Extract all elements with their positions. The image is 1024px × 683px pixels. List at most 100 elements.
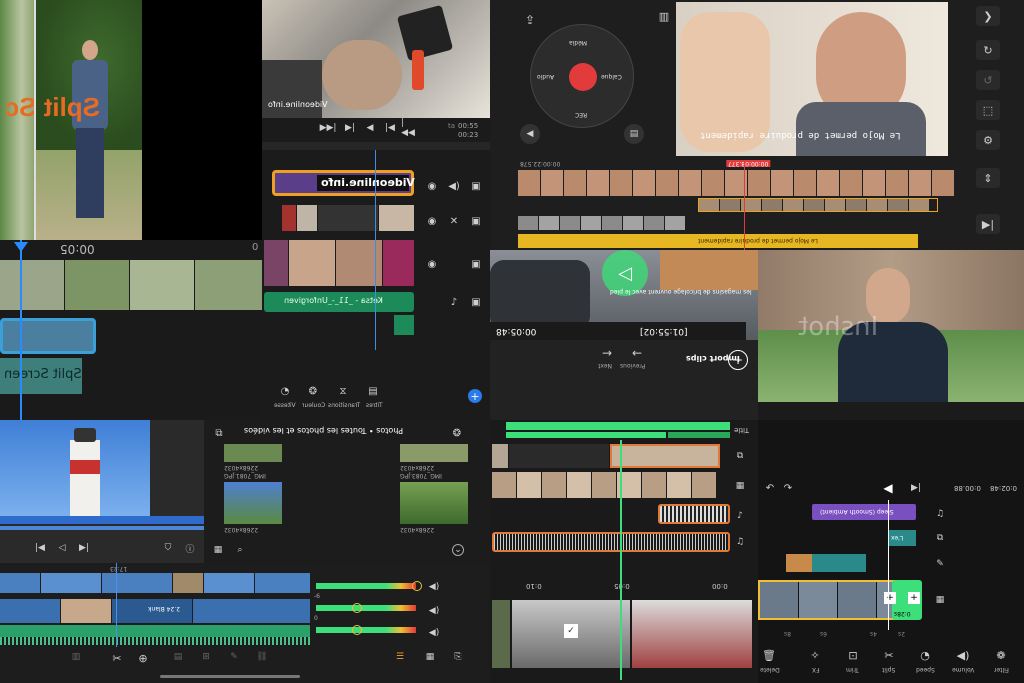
filter-icon[interactable]: ❁	[994, 648, 1008, 662]
thumb-4[interactable]	[400, 482, 468, 524]
skip-forward-icon[interactable]: ▶|	[78, 542, 90, 554]
top-video-strip[interactable]	[0, 573, 310, 593]
audio-waveform[interactable]	[0, 637, 310, 645]
play-icon[interactable]: ◁	[56, 542, 68, 554]
video-track-icon[interactable]: ▦	[934, 594, 946, 606]
step-forward-icon[interactable]: ▶|	[344, 122, 356, 134]
thumb-2[interactable]	[400, 444, 468, 462]
playhead[interactable]	[375, 150, 376, 350]
add-small-icon[interactable]: +	[908, 592, 920, 604]
text-track-icon[interactable]: ⧉	[934, 532, 946, 544]
broll-filmstrip[interactable]	[698, 198, 938, 212]
redo-icon[interactable]: ↷	[782, 482, 794, 494]
clip-strip-1[interactable]	[492, 444, 730, 468]
mute-icon[interactable]: ✕	[448, 215, 460, 227]
green-audio-track[interactable]	[0, 625, 310, 637]
playhead-blue[interactable]	[20, 240, 22, 420]
broll-strip[interactable]	[282, 205, 414, 231]
title-clip[interactable]: Videonline.info	[272, 170, 415, 196]
chevron-right-icon[interactable]: ❯	[976, 6, 1000, 26]
playhead-green[interactable]	[620, 440, 622, 680]
speed-icon[interactable]: ◔	[918, 648, 932, 662]
shield-icon[interactable]: ⛉	[162, 542, 174, 554]
back-play-icon[interactable]: ◀	[520, 124, 540, 144]
info-icon[interactable]: ⓘ	[184, 542, 196, 555]
tool-color-icon[interactable]: ❂	[306, 384, 320, 398]
playhead-handle[interactable]	[14, 242, 28, 252]
redo-icon[interactable]: ↻	[976, 40, 1000, 60]
blue-track[interactable]	[0, 516, 204, 524]
fit-icon[interactable]: ⬚	[976, 100, 1000, 120]
add-circle-icon[interactable]: ⊕	[136, 651, 150, 665]
title-track-icon[interactable]: ⧉	[734, 450, 746, 462]
eye-icon[interactable]: ◉	[426, 180, 438, 192]
export-icon[interactable]: ⎘	[452, 651, 464, 663]
media-thumb-3[interactable]	[632, 600, 752, 668]
tool-transition-icon[interactable]: ⧖	[336, 384, 350, 398]
skip-back-icon[interactable]: |◀	[34, 542, 46, 554]
speaker-icon[interactable]: ◀)	[448, 180, 460, 192]
scissors-icon[interactable]: ✂	[110, 651, 124, 665]
undo-icon[interactable]: ↶	[764, 482, 776, 494]
eye-icon[interactable]: ◉	[426, 258, 438, 270]
title-track-3[interactable]	[668, 432, 730, 438]
blue-track-2[interactable]	[0, 526, 204, 530]
lock-icon[interactable]: ▣	[470, 296, 482, 308]
title-track-2[interactable]	[506, 432, 666, 438]
title-track-1[interactable]	[506, 422, 730, 430]
step-back-icon[interactable]: |◀	[384, 122, 396, 134]
trim-icon[interactable]: ⊡	[846, 648, 860, 662]
music-clip[interactable]: Sleep (Smooth Ambient)	[812, 504, 916, 520]
list-icon[interactable]: ☰	[394, 651, 406, 663]
add-clip-icon[interactable]: +	[728, 350, 748, 370]
split-icon[interactable]: ✂	[882, 648, 896, 662]
mic-icon[interactable]: ♪	[448, 296, 460, 308]
playhead-white[interactable]	[888, 500, 889, 630]
knob-icon[interactable]	[352, 625, 362, 635]
gallery-icon[interactable]: ▦	[212, 544, 224, 556]
playhead-red[interactable]	[744, 160, 745, 250]
share-icon[interactable]: ⇪	[520, 10, 540, 30]
aperture-icon[interactable]: ❂	[450, 426, 464, 440]
skip-icon[interactable]: ▶|	[976, 214, 1000, 234]
gear-icon[interactable]: ⚙	[976, 130, 1000, 150]
camera-icon[interactable]: ⧉	[212, 426, 226, 440]
sticker-clip-2[interactable]	[812, 554, 866, 572]
play-icon[interactable]: ◀	[364, 122, 376, 134]
tool-title-icon[interactable]: ▤	[366, 384, 380, 398]
sticker-clip[interactable]	[786, 554, 812, 572]
video-clip-strip[interactable]	[0, 260, 262, 310]
play-icon[interactable]: ◀	[880, 480, 896, 496]
lock-icon[interactable]: ▣	[470, 258, 482, 270]
thumb-1[interactable]	[224, 444, 282, 462]
interview-strip[interactable]	[264, 240, 414, 286]
thumb-3[interactable]	[224, 482, 282, 524]
music-track-icon[interactable]: ♫	[734, 536, 746, 548]
add-small-icon[interactable]: +	[884, 592, 896, 604]
media-thumb-1[interactable]	[492, 600, 510, 668]
selected-clip[interactable]	[0, 318, 96, 354]
arrow-left-icon[interactable]: ←	[630, 346, 644, 360]
interview-filmstrip[interactable]	[518, 170, 968, 196]
mixer-icon[interactable]: ▦	[424, 651, 436, 663]
eye-icon[interactable]: ◉	[426, 215, 438, 227]
skip-icon[interactable]: ▶|	[910, 482, 922, 494]
third-filmstrip[interactable]	[518, 216, 704, 230]
arrow-right-icon[interactable]: →	[600, 346, 614, 360]
audio-clip[interactable]: Ketsa - _11_-_Unforgiven	[264, 292, 414, 312]
pen-icon[interactable]: ✎	[228, 651, 240, 663]
link-icon[interactable]: ⛓	[256, 651, 268, 663]
music-track-icon[interactable]: ♫	[934, 508, 946, 520]
skip-end-icon[interactable]: ▶▶|	[320, 122, 337, 134]
mic-track-icon[interactable]: ♪	[734, 510, 746, 522]
adjust-icon[interactable]: ⇕	[976, 168, 1000, 188]
audio-wave-1[interactable]	[658, 504, 730, 524]
knob-icon[interactable]	[412, 581, 422, 591]
fx-icon[interactable]: ✧	[808, 648, 822, 662]
speaker-icon[interactable]: ◀)	[428, 581, 440, 593]
delete-icon[interactable]: 🗑	[762, 648, 776, 662]
speaker-icon[interactable]: ◀)	[428, 605, 440, 617]
lock-icon[interactable]: ▣	[470, 180, 482, 192]
video-track-icon[interactable]: ▦	[734, 480, 746, 492]
media-thumb-2[interactable]: ✓	[512, 600, 630, 668]
